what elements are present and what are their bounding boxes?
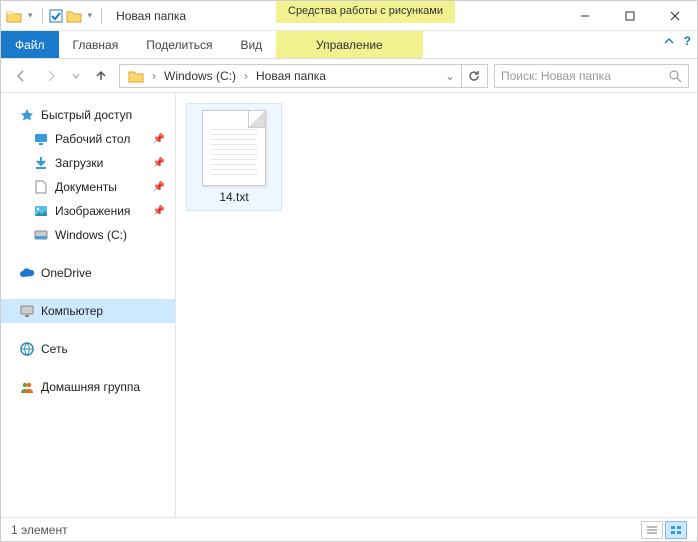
checkbox-icon[interactable] (49, 9, 63, 23)
address-dropdown-icon[interactable]: ⌄ (439, 69, 461, 83)
file-item[interactable]: 14.txt (186, 103, 282, 211)
network-icon (19, 341, 35, 357)
tab-manage[interactable]: Управление (276, 31, 423, 58)
text-file-icon (202, 110, 266, 186)
documents-icon (33, 179, 49, 195)
folder-icon (5, 7, 23, 25)
tab-home[interactable]: Главная (59, 31, 133, 58)
sidebar-item-onedrive[interactable]: OneDrive (1, 261, 175, 285)
window-title: Новая папка (110, 9, 186, 23)
body: Быстрый доступ Рабочий стол 📌 Загрузки 📌… (1, 93, 697, 517)
computer-icon (19, 303, 35, 319)
navigation-pane: Быстрый доступ Рабочий стол 📌 Загрузки 📌… (1, 93, 176, 517)
folder-icon (122, 65, 150, 87)
pin-icon: 📌 (153, 206, 165, 217)
up-button[interactable] (89, 64, 113, 88)
tree-label: Загрузки (55, 156, 103, 170)
details-view-button[interactable] (641, 521, 663, 539)
tree-label: Домашняя группа (41, 380, 140, 394)
chevron-right-icon[interactable]: › (150, 69, 158, 83)
qat-chevron-icon[interactable]: ▾ (25, 10, 36, 21)
desktop-icon (33, 131, 49, 147)
navigation-bar: › Windows (C:) › Новая папка ⌄ (1, 59, 697, 93)
tab-view[interactable]: Вид (226, 31, 276, 58)
thumbnails-view-button[interactable] (665, 521, 687, 539)
star-icon (19, 107, 35, 123)
sidebar-item-quick-access[interactable]: Быстрый доступ (1, 103, 175, 127)
breadcrumb-segment[interactable]: Windows (C:) (158, 65, 242, 87)
forward-button[interactable] (39, 64, 63, 88)
maximize-button[interactable] (607, 1, 652, 30)
sidebar-item-pictures[interactable]: Изображения 📌 (1, 199, 175, 223)
tree-label: Рабочий стол (55, 132, 130, 146)
separator (101, 8, 102, 24)
downloads-icon (33, 155, 49, 171)
sidebar-item-downloads[interactable]: Загрузки 📌 (1, 151, 175, 175)
pin-icon: 📌 (153, 134, 165, 145)
sidebar-item-desktop[interactable]: Рабочий стол 📌 (1, 127, 175, 151)
tree-label: Сеть (41, 342, 68, 356)
close-button[interactable] (652, 1, 697, 30)
contextual-tab-header: Средства работы с рисунками (276, 1, 455, 23)
sidebar-item-drive-c[interactable]: Windows (C:) (1, 223, 175, 247)
search-icon[interactable] (668, 69, 682, 83)
address-bar[interactable]: › Windows (C:) › Новая папка ⌄ (119, 64, 488, 88)
refresh-button[interactable] (461, 65, 485, 87)
title-bar: ▾ ▾ Новая папка Средства работы с рисунк… (1, 1, 697, 31)
minimize-button[interactable] (562, 1, 607, 30)
back-button[interactable] (9, 64, 33, 88)
folder-icon[interactable] (65, 7, 83, 25)
onedrive-icon (19, 265, 35, 281)
pin-icon: 📌 (153, 158, 165, 169)
tree-label: OneDrive (41, 266, 92, 280)
qat-menu-icon[interactable]: ▾ (85, 10, 96, 21)
homegroup-icon (19, 379, 35, 395)
separator (42, 8, 43, 24)
file-list[interactable]: 14.txt (176, 93, 697, 517)
recent-locations-button[interactable] (69, 64, 83, 88)
chevron-right-icon[interactable]: › (242, 69, 250, 83)
status-bar: 1 элемент (1, 517, 697, 541)
tree-label: Документы (55, 180, 117, 194)
file-name: 14.txt (219, 190, 248, 204)
tree-label: Компьютер (41, 304, 103, 318)
sidebar-item-computer[interactable]: Компьютер (1, 299, 175, 323)
breadcrumb-segment[interactable]: Новая папка (250, 65, 332, 87)
ribbon-tabs: Файл Главная Поделиться Вид Управление ? (1, 31, 697, 59)
tree-label: Изображения (55, 204, 130, 218)
tab-file[interactable]: Файл (1, 31, 59, 58)
tab-share[interactable]: Поделиться (132, 31, 226, 58)
ribbon-expand-icon[interactable] (664, 36, 674, 46)
pictures-icon (33, 203, 49, 219)
quick-access-toolbar: ▾ ▾ (1, 7, 110, 25)
help-icon[interactable]: ? (684, 34, 691, 48)
sidebar-item-documents[interactable]: Документы 📌 (1, 175, 175, 199)
search-box[interactable] (494, 64, 689, 88)
status-item-count: 1 элемент (11, 523, 68, 537)
search-input[interactable] (501, 69, 668, 83)
tree-label: Windows (C:) (55, 228, 127, 242)
sidebar-item-homegroup[interactable]: Домашняя группа (1, 375, 175, 399)
sidebar-item-network[interactable]: Сеть (1, 337, 175, 361)
pin-icon: 📌 (153, 182, 165, 193)
drive-icon (33, 227, 49, 243)
tree-label: Быстрый доступ (41, 108, 132, 122)
